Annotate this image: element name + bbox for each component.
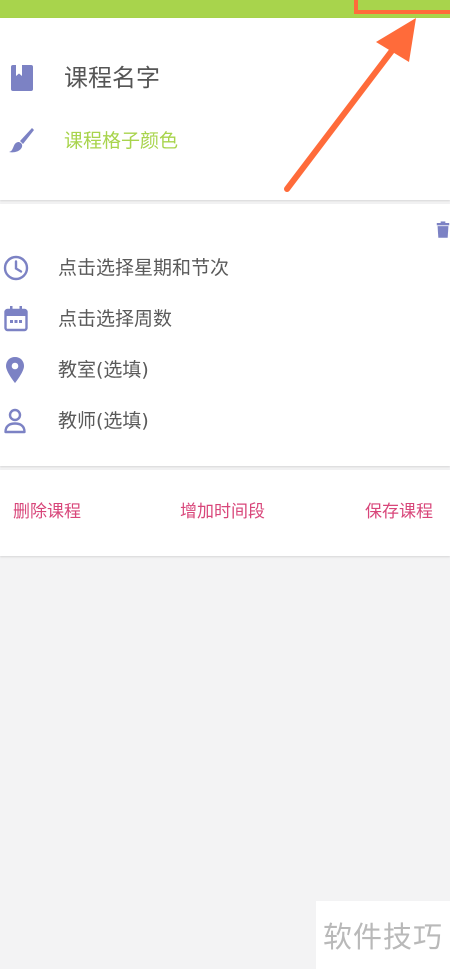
delete-course-button[interactable]: 删除课程 [13, 500, 81, 524]
calendar-icon [4, 306, 28, 332]
brush-icon [8, 128, 36, 154]
book-icon [10, 65, 34, 91]
actions-card: 删除课程 增加时间段 保存课程 [0, 470, 450, 556]
course-name-row[interactable]: 课程名字 [0, 63, 450, 93]
course-color-row[interactable]: 课程格子颜色 [0, 128, 450, 154]
classroom-input[interactable]: 教室(选填) [58, 357, 149, 383]
time-slot-card: 点击选择星期和节次 点击选择周数 教室(选填) 教师(选填) [0, 204, 450, 466]
trash-icon[interactable] [436, 219, 450, 241]
location-pin-icon [5, 357, 25, 383]
watermark-text: 软件技巧 [322, 920, 443, 954]
clock-icon [3, 255, 29, 281]
teacher-row[interactable]: 教师(选填) [0, 408, 450, 434]
course-color-label[interactable]: 课程格子颜色 [64, 128, 178, 154]
watermark: 软件技巧 [316, 901, 450, 969]
classroom-row[interactable]: 教室(选填) [0, 357, 450, 383]
annotation-highlight-box [354, 0, 450, 14]
weeks-label[interactable]: 点击选择周数 [58, 306, 172, 332]
weekday-section-label[interactable]: 点击选择星期和节次 [58, 255, 229, 281]
weeks-row[interactable]: 点击选择周数 [0, 306, 450, 332]
course-info-card: 课程名字 课程格子颜色 [0, 18, 450, 200]
add-time-slot-button[interactable]: 增加时间段 [180, 500, 265, 524]
weekday-section-row[interactable]: 点击选择星期和节次 [0, 255, 450, 281]
course-name-input[interactable]: 课程名字 [64, 63, 160, 93]
save-course-button[interactable]: 保存课程 [365, 500, 433, 524]
teacher-input[interactable]: 教师(选填) [58, 408, 149, 434]
person-icon [4, 408, 26, 434]
